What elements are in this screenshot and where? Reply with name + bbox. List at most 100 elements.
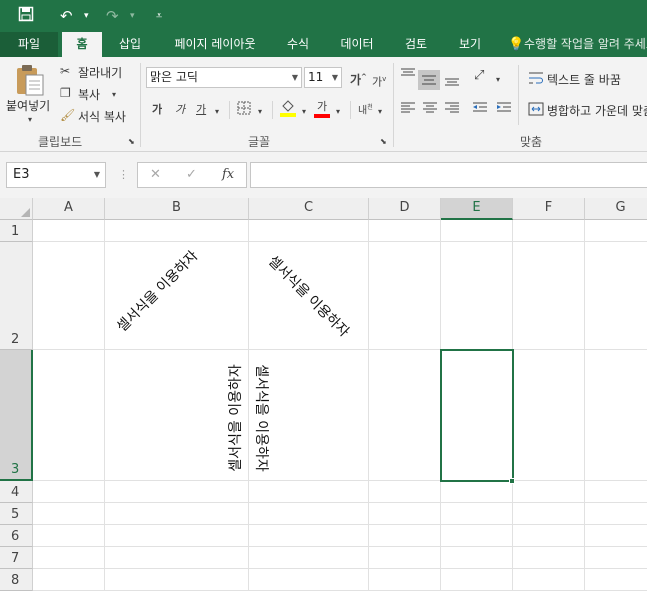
cell-b5[interactable] (105, 503, 249, 525)
cell-a8[interactable] (33, 569, 105, 591)
cell-g2[interactable] (585, 242, 647, 350)
format-painter-button[interactable]: 서식 복사 (78, 108, 126, 125)
undo-dropdown-icon[interactable]: ▾ (84, 6, 89, 26)
bold-button[interactable]: 가 (152, 103, 162, 117)
column-header-e[interactable]: E (441, 198, 513, 220)
copy-icon[interactable]: ❐ (60, 86, 71, 100)
increase-indent-icon[interactable] (496, 101, 512, 118)
cell-e4[interactable] (441, 481, 513, 503)
font-launcher-icon[interactable]: ⬊ (380, 135, 387, 149)
tab-file[interactable]: 파일 (0, 32, 58, 57)
grow-font-icon[interactable]: 가^ (350, 70, 367, 87)
scissors-icon[interactable]: ✂ (60, 64, 70, 78)
shrink-font-icon[interactable]: 가v (372, 72, 386, 90)
cell-g8[interactable] (585, 569, 647, 591)
cell-b4[interactable] (105, 481, 249, 503)
column-header-d[interactable]: D (369, 198, 441, 220)
merge-center-icon[interactable] (528, 102, 544, 119)
cell-a4[interactable] (33, 481, 105, 503)
cell-g7[interactable] (585, 547, 647, 569)
paste-dropdown-icon[interactable]: ▾ (28, 113, 32, 127)
font-color-icon[interactable]: 가 (314, 100, 330, 118)
tell-me-search[interactable]: 수행할 작업을 알려 주세요 (524, 32, 647, 57)
align-left-icon[interactable] (400, 101, 416, 118)
cell-f2[interactable] (513, 242, 585, 350)
clipboard-launcher-icon[interactable]: ⬊ (128, 135, 135, 149)
cell-c8[interactable] (249, 569, 369, 591)
cell-c7[interactable] (249, 547, 369, 569)
tab-insert[interactable]: 삽입 (110, 32, 150, 57)
align-bottom-icon[interactable] (444, 73, 460, 90)
cell-d6[interactable] (369, 525, 441, 547)
wrap-text-icon[interactable] (528, 71, 544, 88)
tab-review[interactable]: 검토 (396, 32, 436, 57)
font-color-dropdown-icon[interactable]: ▾ (336, 105, 340, 119)
font-size-combo[interactable]: 11 ▼ (304, 67, 342, 88)
cell-a5[interactable] (33, 503, 105, 525)
undo-icon[interactable]: ↶ (60, 6, 73, 26)
cell-b6[interactable] (105, 525, 249, 547)
borders-dropdown-icon[interactable]: ▾ (258, 105, 262, 119)
cell-e6[interactable] (441, 525, 513, 547)
row-header-1[interactable]: 1 (0, 220, 33, 242)
italic-button[interactable]: 가 (175, 103, 185, 117)
row-header-3[interactable]: 3 (0, 350, 33, 481)
cell-g1[interactable] (585, 220, 647, 242)
cell-d1[interactable] (369, 220, 441, 242)
cell-d7[interactable] (369, 547, 441, 569)
cancel-button[interactable]: ✕ (150, 167, 161, 182)
column-header-a[interactable]: A (33, 198, 105, 220)
cell-b7[interactable] (105, 547, 249, 569)
cell-a1[interactable] (33, 220, 105, 242)
cell-f6[interactable] (513, 525, 585, 547)
underline-button[interactable]: 가 (196, 103, 206, 117)
row-header-5[interactable]: 5 (0, 503, 33, 525)
cut-button[interactable]: 잘라내기 (78, 64, 122, 81)
row-header-4[interactable]: 4 (0, 481, 33, 503)
column-header-b[interactable]: B (105, 198, 249, 220)
cell-c4[interactable] (249, 481, 369, 503)
tab-formulas[interactable]: 수식 (278, 32, 318, 57)
paste-button[interactable]: 붙여넣기 (6, 97, 50, 114)
cell-a3[interactable] (33, 350, 105, 481)
cell-e1[interactable] (441, 220, 513, 242)
cell-c5[interactable] (249, 503, 369, 525)
formula-input[interactable] (250, 162, 647, 188)
cell-a2[interactable] (33, 242, 105, 350)
cell-g3[interactable] (585, 350, 647, 481)
copy-button[interactable]: 복사 (78, 86, 100, 103)
insert-function-button[interactable]: fx (222, 167, 234, 182)
orientation-icon[interactable]: ⤢ (474, 69, 484, 83)
redo-dropdown-icon[interactable]: ▾ (130, 6, 135, 26)
fill-color-dropdown-icon[interactable]: ▾ (302, 105, 306, 119)
phonetic-dropdown-icon[interactable]: ▾ (378, 105, 382, 119)
cell-g6[interactable] (585, 525, 647, 547)
cell-a6[interactable] (33, 525, 105, 547)
cell-f7[interactable] (513, 547, 585, 569)
cell-c1[interactable] (249, 220, 369, 242)
name-box[interactable]: E3 ▼ (6, 162, 106, 188)
phonetic-guide-icon[interactable]: 내천 (358, 101, 373, 118)
save-icon[interactable] (18, 6, 34, 27)
cell-f5[interactable] (513, 503, 585, 525)
font-name-combo[interactable]: 맑은 고딕 ▼ (146, 67, 302, 88)
enter-button[interactable]: ✓ (186, 167, 197, 182)
align-middle-icon[interactable] (418, 70, 440, 90)
tab-page-layout[interactable]: 페이지 레이아웃 (160, 32, 270, 57)
cell-f1[interactable] (513, 220, 585, 242)
vertical-dots-icon[interactable]: ⋮ (118, 168, 129, 181)
align-top-icon[interactable] (400, 67, 416, 84)
cell-d5[interactable] (369, 503, 441, 525)
copy-dropdown-icon[interactable]: ▾ (112, 88, 116, 102)
cell-f3[interactable] (513, 350, 585, 481)
align-right-icon[interactable] (444, 101, 460, 118)
borders-icon[interactable] (237, 101, 251, 118)
customize-icon[interactable]: ⩡ (156, 6, 162, 26)
cell-d4[interactable] (369, 481, 441, 503)
cell-d8[interactable] (369, 569, 441, 591)
tab-data[interactable]: 데이터 (332, 32, 382, 57)
column-header-c[interactable]: C (249, 198, 369, 220)
cell-a7[interactable] (33, 547, 105, 569)
select-all-corner[interactable] (0, 198, 33, 220)
cell-d3[interactable] (369, 350, 441, 481)
